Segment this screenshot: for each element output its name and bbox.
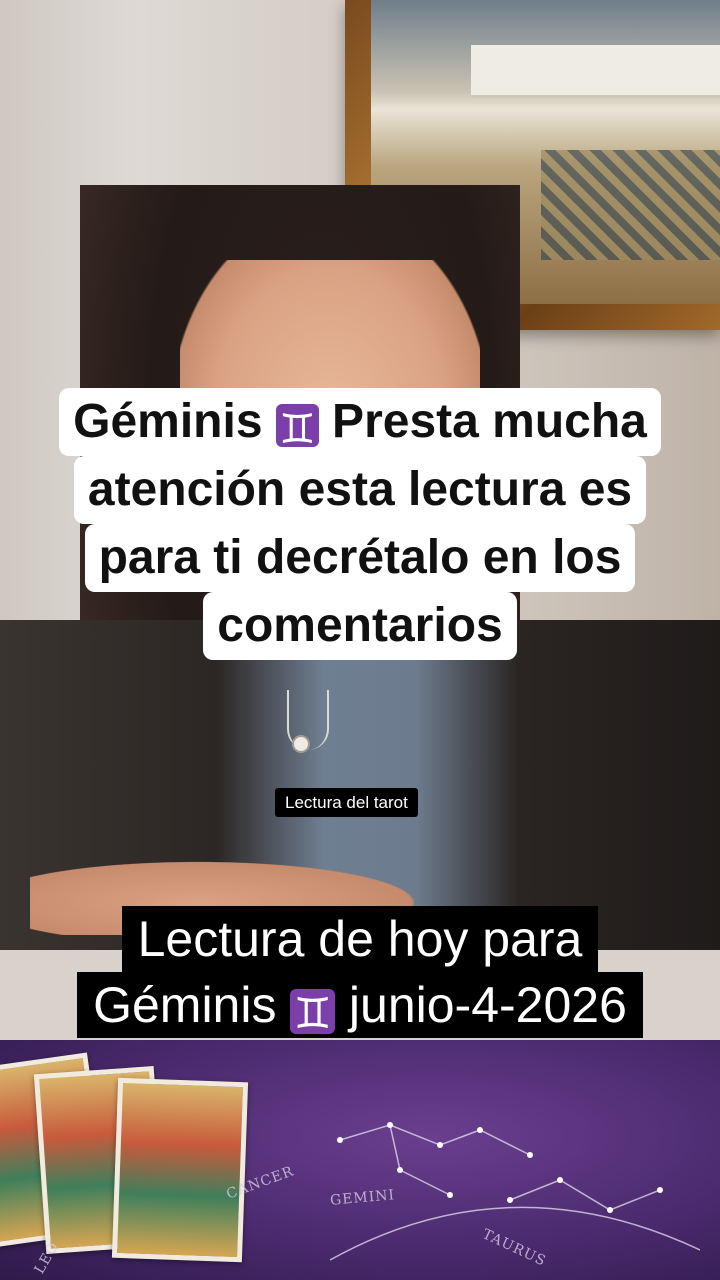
tarot-reading-label: Lectura del tarot: [275, 788, 418, 817]
top-caption-line: atención esta lectura es: [73, 456, 647, 524]
caption-word: Presta mucha: [332, 395, 647, 448]
painting-table: [471, 45, 720, 98]
gemini-zodiac-icon: ♊: [290, 988, 335, 1039]
top-caption: Géminis ♊ Presta mucha atención esta lec…: [10, 388, 710, 660]
painting-floor: [541, 150, 720, 260]
top-caption-line: comentarios: [203, 592, 517, 660]
caption-word: Géminis: [93, 977, 277, 1033]
caption-date: junio-4-2026: [348, 977, 627, 1033]
bottom-caption: Lectura de hoy para Géminis ♊ junio-4-20…: [0, 906, 720, 1039]
bottom-caption-line: Géminis ♊ junio-4-2026: [77, 972, 643, 1039]
top-caption-line: para ti decrétalo en los: [84, 524, 636, 592]
caption-word: Géminis: [73, 395, 263, 448]
top-caption-line: Géminis ♊ Presta mucha: [59, 388, 661, 456]
tarot-card: [111, 1077, 249, 1263]
gemini-zodiac-icon: ♊: [275, 403, 319, 453]
necklace-pendant: [292, 735, 310, 753]
bottom-caption-line: Lectura de hoy para: [121, 906, 599, 972]
